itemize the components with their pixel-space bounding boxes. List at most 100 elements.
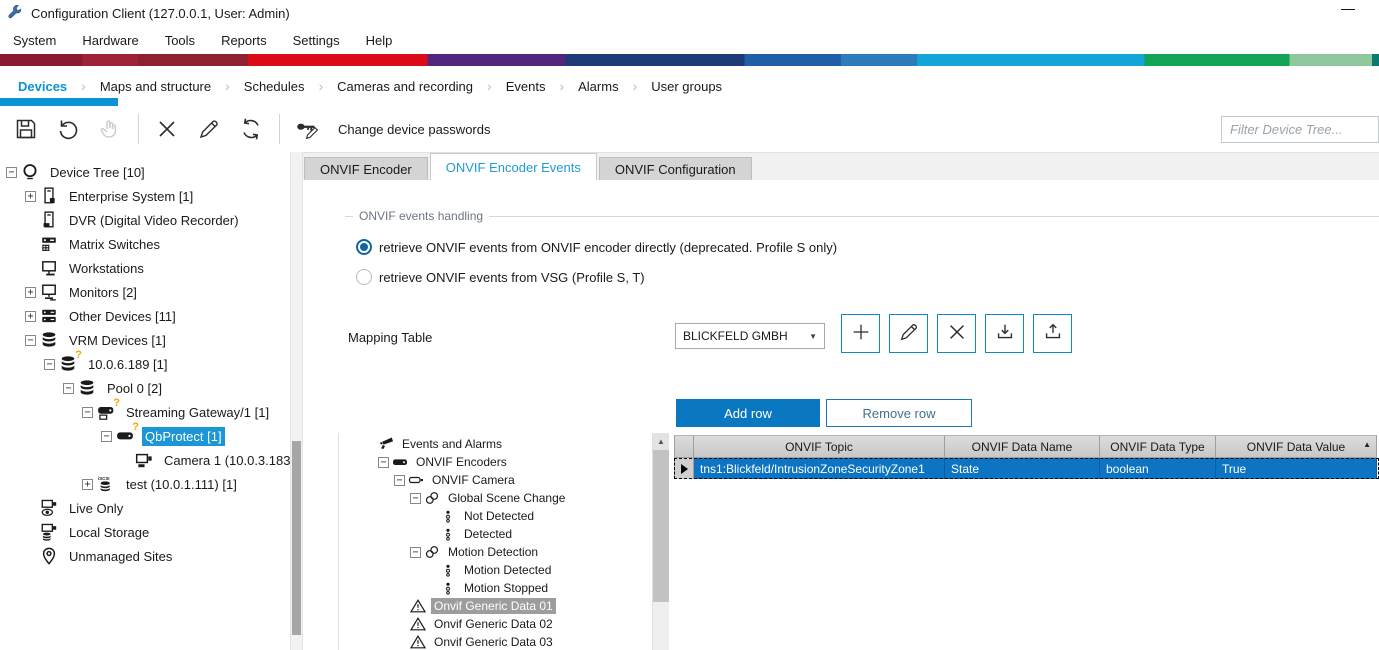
delete-button[interactable] xyxy=(149,111,185,147)
radio-option-1[interactable]: retrieve ONVIF events from ONVIF encoder… xyxy=(356,237,837,257)
expander-icon[interactable]: + xyxy=(82,479,93,490)
expander-icon[interactable]: − xyxy=(101,431,112,442)
toolbar-separator xyxy=(279,114,280,144)
change-device-passwords-label[interactable]: Change device passwords xyxy=(338,122,490,137)
tab-onvif-encoder[interactable]: ONVIF Encoder xyxy=(304,157,428,180)
warning-icon xyxy=(410,634,427,650)
expander-icon[interactable]: − xyxy=(44,359,55,370)
device-tree-item-pool-0-2[interactable]: −Pool 0 [2] xyxy=(0,376,290,400)
expander-icon[interactable]: − xyxy=(25,335,36,346)
events-tree-scrollbar[interactable]: ▲ xyxy=(652,433,669,650)
device-tree-item-test-10-0-1-111-1[interactable]: +iSCSItest (10.0.1.111) [1] xyxy=(0,472,290,496)
expander-icon[interactable]: − xyxy=(82,407,93,418)
device-tree-item-dvr-digital-video-recorder[interactable]: DVR (Digital Video Recorder) xyxy=(0,208,290,232)
events-tree-item-motion-detected[interactable]: Motion Detected xyxy=(376,561,652,579)
menu-tools[interactable]: Tools xyxy=(152,29,208,52)
events-tree-item-onvif-generic-data-01[interactable]: Onvif Generic Data 01 xyxy=(376,597,652,615)
tab-onvif-configuration[interactable]: ONVIF Configuration xyxy=(599,157,752,180)
tab-onvif-encoder-events[interactable]: ONVIF Encoder Events xyxy=(430,153,597,180)
events-tree-item-global-scene-change[interactable]: −Global Scene Change xyxy=(376,489,652,507)
tree-item-label: Device Tree [10] xyxy=(47,163,148,182)
device-tree-item-unmanaged-sites[interactable]: Unmanaged Sites xyxy=(0,544,290,568)
events-tree-item-motion-detection[interactable]: −Motion Detection xyxy=(376,543,652,561)
breadcrumb-item-devices[interactable]: Devices xyxy=(18,79,67,94)
expander-icon[interactable]: + xyxy=(25,191,36,202)
menu-hardware[interactable]: Hardware xyxy=(69,29,151,52)
breadcrumb-item-user-groups[interactable]: User groups xyxy=(651,79,722,94)
refresh-button[interactable] xyxy=(233,111,269,147)
expander-icon[interactable]: − xyxy=(6,167,17,178)
x-icon xyxy=(946,321,968,346)
device-tree-item-other-devices-11[interactable]: +Other Devices [11] xyxy=(0,304,290,328)
device-tree-item-device-tree-10[interactable]: − Device Tree [10] xyxy=(0,160,290,184)
menu-reports[interactable]: Reports xyxy=(208,29,280,52)
device-tree-item-streaming-gateway-1-1[interactable]: −?Streaming Gateway/1 [1] xyxy=(0,400,290,424)
device-tree-item-monitors-2[interactable]: +Monitors [2] xyxy=(0,280,290,304)
events-tree-item-motion-stopped[interactable]: Motion Stopped xyxy=(376,579,652,597)
device-tree-item-camera-1-10-0-3-183-443[interactable]: Camera 1 (10.0.3.183:443 xyxy=(0,448,290,472)
filter-device-tree-input[interactable] xyxy=(1221,116,1379,143)
device-tree-item-local-storage[interactable]: Local Storage xyxy=(0,520,290,544)
column-header-onvif-topic[interactable]: ONVIF Topic xyxy=(694,435,945,458)
grid-row[interactable]: tns1:Blickfeld/IntrusionZoneSecurityZone… xyxy=(674,458,1379,479)
device-tree-scrollbar[interactable] xyxy=(290,152,303,650)
breadcrumb-item-events[interactable]: Events xyxy=(506,79,546,94)
breadcrumb-item-schedules[interactable]: Schedules xyxy=(244,79,305,94)
row-selector-cell[interactable] xyxy=(674,458,694,479)
menu-settings[interactable]: Settings xyxy=(280,29,353,52)
menu-system[interactable]: System xyxy=(0,29,69,52)
events-tree-item-events-and-alarms[interactable]: Events and Alarms xyxy=(376,435,652,453)
edit-button[interactable] xyxy=(191,111,227,147)
delete-mapping-table-button[interactable] xyxy=(937,314,976,353)
expander-icon[interactable]: − xyxy=(63,383,74,394)
export-mapping-table-button[interactable] xyxy=(1033,314,1072,353)
device-tree-item-matrix-switches[interactable]: Matrix Switches xyxy=(0,232,290,256)
events-tree-item-onvif-encoders[interactable]: − ONVIF Encoders xyxy=(376,453,652,471)
scrollbar-thumb[interactable] xyxy=(653,450,669,602)
events-tree-item-not-detected[interactable]: Not Detected xyxy=(376,507,652,525)
authenticate-button[interactable] xyxy=(92,111,128,147)
column-header-onvif-data-name[interactable]: ONVIF Data Name xyxy=(945,435,1100,458)
import-mapping-table-button[interactable] xyxy=(985,314,1024,353)
mapping-table-label: Mapping Table xyxy=(348,330,432,345)
events-tree-item-onvif-generic-data-03[interactable]: Onvif Generic Data 03 xyxy=(376,633,652,650)
undo-button[interactable] xyxy=(50,111,86,147)
expander-icon[interactable]: + xyxy=(25,287,36,298)
save-button[interactable] xyxy=(8,111,44,147)
breadcrumb-item-alarms[interactable]: Alarms xyxy=(578,79,618,94)
scrollbar-thumb[interactable] xyxy=(292,441,301,635)
add-mapping-table-button[interactable] xyxy=(841,314,880,353)
breadcrumb-item-maps-and-structure[interactable]: Maps and structure xyxy=(100,79,211,94)
expander-icon[interactable]: − xyxy=(394,475,405,486)
minimize-button[interactable]: — xyxy=(1341,1,1355,15)
location-pin-icon xyxy=(40,547,60,565)
radio-selected[interactable] xyxy=(356,239,372,255)
menu-help[interactable]: Help xyxy=(353,29,406,52)
events-tree-item-detected[interactable]: Detected xyxy=(376,525,652,543)
remove-row-button[interactable]: Remove row xyxy=(826,399,972,427)
breadcrumb-item-cameras-and-recording[interactable]: Cameras and recording xyxy=(337,79,473,94)
scroll-up-arrow-icon[interactable]: ▲ xyxy=(653,433,669,450)
device-tree-item-enterprise-system-1[interactable]: +Enterprise System [1] xyxy=(0,184,290,208)
device-tree-item-qbprotect-1[interactable]: −?QbProtect [1] xyxy=(0,424,290,448)
radio-option-2[interactable]: retrieve ONVIF events from VSG (Profile … xyxy=(356,267,645,287)
mapping-table-select[interactable]: BLICKFELD GMBH ▼ xyxy=(675,323,825,349)
events-tree-item-onvif-generic-data-02[interactable]: Onvif Generic Data 02 xyxy=(376,615,652,633)
expander-icon[interactable]: − xyxy=(410,547,421,558)
expander-icon[interactable]: − xyxy=(410,493,421,504)
device-tree-item-vrm-devices-1[interactable]: −VRM Devices [1] xyxy=(0,328,290,352)
tree-item-label: ONVIF Encoders xyxy=(413,454,510,470)
device-tree-item-live-only[interactable]: Live Only xyxy=(0,496,290,520)
column-header-onvif-data-type[interactable]: ONVIF Data Type xyxy=(1100,435,1216,458)
expander-icon[interactable]: + xyxy=(25,311,36,322)
device-tree-item-10-0-6-189-1[interactable]: −?10.0.6.189 [1] xyxy=(0,352,290,376)
edit-mapping-table-button[interactable] xyxy=(889,314,928,353)
add-row-button[interactable]: Add row xyxy=(676,399,820,427)
radio-unselected[interactable] xyxy=(356,269,372,285)
database-icon xyxy=(40,331,60,349)
column-header-onvif-data-value[interactable]: ONVIF Data Value▲ xyxy=(1216,435,1377,458)
expander-icon[interactable]: − xyxy=(378,457,389,468)
change-device-passwords-button[interactable] xyxy=(290,111,326,147)
events-tree-item-onvif-camera[interactable]: −ONVIF Camera xyxy=(376,471,652,489)
device-tree-item-workstations[interactable]: Workstations xyxy=(0,256,290,280)
